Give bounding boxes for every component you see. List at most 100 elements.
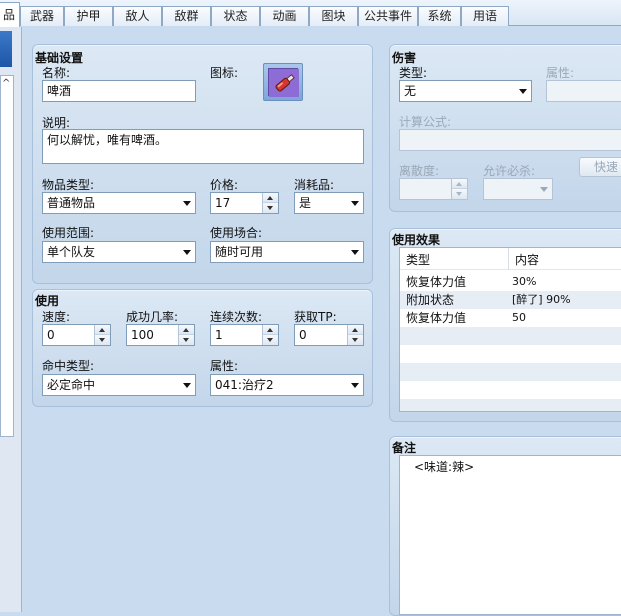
effects-table[interactable]: 类型 内容 恢复体力值 30% 附加状态 [醉了] 90% 恢复体力值 50 <box>399 247 621 412</box>
damage-type-value: 无 <box>404 84 417 98</box>
consumable-select[interactable]: 是 <box>294 192 364 214</box>
price-label: 价格: <box>210 178 239 192</box>
scope-select[interactable]: 单个队友 <box>42 241 196 263</box>
tab-enemies[interactable]: 敌人 <box>113 6 162 26</box>
column-type[interactable]: 类型 <box>406 251 430 268</box>
tab-items[interactable]: 品 <box>0 2 20 27</box>
quick-formula-button[interactable]: 快速 <box>579 157 621 177</box>
scope-value: 单个队友 <box>47 245 96 259</box>
chevron-down-icon <box>351 383 359 388</box>
table-row[interactable]: 附加状态 [醉了] 90% <box>400 291 621 309</box>
selected-list-header[interactable] <box>0 31 12 67</box>
column-content[interactable]: 内容 <box>515 251 539 268</box>
table-row-empty[interactable] <box>400 345 621 363</box>
table-row-empty[interactable] <box>400 327 621 345</box>
item-type-label: 物品类型: <box>42 178 95 192</box>
hit-type-select[interactable]: 必定命中 <box>42 374 196 396</box>
editor-tab-strip: 品 武器 护甲 敌人 敌群 状态 动画 图块 公共事件 系统 用语 <box>0 0 621 27</box>
success-rate-stepper[interactable]: 100 <box>126 324 195 346</box>
damage-element-label: 属性: <box>546 66 575 80</box>
repeats-value: 1 <box>215 328 223 342</box>
beer-bottle-icon <box>268 68 299 97</box>
note-title: 备注 <box>392 441 417 455</box>
chevron-down-icon <box>183 201 191 206</box>
tab-states[interactable]: 状态 <box>211 6 260 26</box>
item-type-value: 普通物品 <box>47 196 96 210</box>
item-type-select[interactable]: 普通物品 <box>42 192 196 214</box>
chevron-down-icon <box>519 89 527 94</box>
effects-table-header: 类型 内容 <box>400 248 621 270</box>
hit-type-label: 命中类型: <box>42 359 95 373</box>
consumable-value: 是 <box>299 196 312 210</box>
occasion-value: 随时可用 <box>215 245 264 259</box>
consumable-label: 消耗品: <box>294 178 335 192</box>
variance-spin-buttons[interactable] <box>451 179 467 199</box>
tab-animations[interactable]: 动画 <box>260 6 309 26</box>
effect-type: 附加状态 <box>406 293 455 307</box>
repeats-spin-buttons[interactable] <box>262 325 278 345</box>
tab-weapons[interactable]: 武器 <box>20 6 64 26</box>
effects-title: 使用效果 <box>392 233 441 247</box>
tp-gain-stepper[interactable]: 0 <box>294 324 364 346</box>
scope-label: 使用范围: <box>42 226 95 240</box>
variance-label: 离散度: <box>399 164 440 178</box>
note-textarea[interactable]: <味道:辣> <box>399 455 621 615</box>
effect-content: [醉了] 90% <box>512 293 571 306</box>
chevron-down-icon <box>540 187 548 192</box>
animation-select[interactable]: 041:治疗2 <box>210 374 364 396</box>
occasion-select[interactable]: 随时可用 <box>210 241 364 263</box>
tab-system[interactable]: 系统 <box>418 6 461 26</box>
tab-terms[interactable]: 用语 <box>461 6 509 26</box>
speed-value: 0 <box>47 328 55 342</box>
effect-type: 恢复体力值 <box>406 311 467 325</box>
tab-armors[interactable]: 护甲 <box>64 6 113 26</box>
chevron-down-icon <box>183 250 191 255</box>
name-input[interactable]: 啤酒 <box>42 80 196 102</box>
success-rate-value: 100 <box>131 328 154 342</box>
chevron-up-icon[interactable]: ^ <box>2 78 10 89</box>
effect-content: 50 <box>512 311 526 324</box>
tp-gain-spin-buttons[interactable] <box>347 325 363 345</box>
formula-label: 计算公式: <box>399 115 452 129</box>
effect-content: 30% <box>512 275 537 288</box>
description-input[interactable]: 何以解忧，唯有啤酒。 <box>42 129 364 164</box>
speed-label: 速度: <box>42 310 71 324</box>
variance-stepper[interactable] <box>399 178 468 200</box>
repeats-stepper[interactable]: 1 <box>210 324 279 346</box>
price-value: 17 <box>215 196 231 210</box>
price-stepper[interactable]: 17 <box>210 192 279 214</box>
icon-label: 图标: <box>210 66 239 80</box>
use-settings-title: 使用 <box>35 294 60 308</box>
table-row-empty[interactable] <box>400 399 621 411</box>
tab-troops[interactable]: 敌群 <box>162 6 211 26</box>
critical-label: 允许必杀: <box>483 164 536 178</box>
speed-stepper[interactable]: 0 <box>42 324 111 346</box>
table-row-empty[interactable] <box>400 363 621 381</box>
table-row[interactable]: 恢复体力值 30% <box>400 273 621 291</box>
table-row-empty[interactable] <box>400 381 621 399</box>
success-rate-spin-buttons[interactable] <box>178 325 194 345</box>
repeats-label: 连续次数: <box>210 310 263 324</box>
icon-picker-button[interactable] <box>263 63 303 101</box>
chevron-down-icon <box>183 383 191 388</box>
formula-input[interactable] <box>399 129 621 151</box>
chevron-down-icon <box>351 250 359 255</box>
tab-tilesets[interactable]: 图块 <box>309 6 358 26</box>
item-list[interactable]: ^ <box>0 75 14 437</box>
damage-type-label: 类型: <box>399 66 428 80</box>
table-row[interactable]: 恢复体力值 50 <box>400 309 621 327</box>
price-spin-buttons[interactable] <box>262 193 278 213</box>
effect-type: 恢复体力值 <box>406 275 467 289</box>
success-rate-label: 成功几率: <box>126 310 179 324</box>
tab-common-events[interactable]: 公共事件 <box>358 6 418 26</box>
item-list-panel: ^ <box>0 27 22 612</box>
speed-spin-buttons[interactable] <box>94 325 110 345</box>
name-label: 名称: <box>42 66 71 80</box>
damage-element-select[interactable] <box>546 80 621 102</box>
tp-gain-label: 获取TP: <box>294 310 337 324</box>
hit-type-value: 必定命中 <box>47 378 96 392</box>
tp-gain-value: 0 <box>299 328 307 342</box>
occasion-label: 使用场合: <box>210 226 263 240</box>
damage-type-select[interactable]: 无 <box>399 80 532 102</box>
critical-select[interactable] <box>483 178 553 200</box>
